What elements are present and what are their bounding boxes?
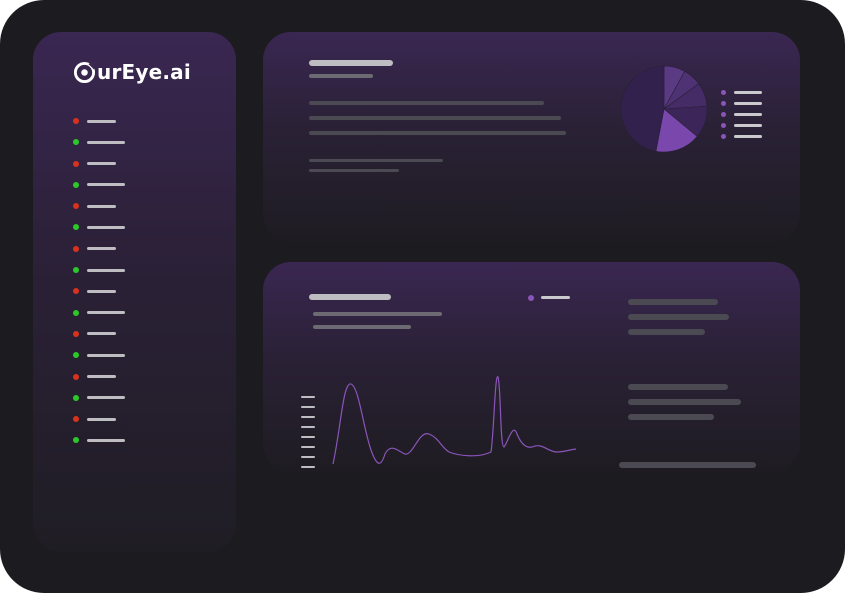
brand-logo[interactable]: urEye.ai	[73, 60, 191, 84]
legend-dot	[721, 112, 726, 117]
stat-line	[619, 462, 756, 468]
status-dot-green	[73, 181, 79, 188]
sidebar: urEye.ai	[33, 32, 236, 552]
line-chart	[332, 376, 577, 465]
status-dot-red	[73, 160, 79, 167]
trend-title-placeholder	[309, 294, 391, 300]
sidebar-item-label-placeholder	[87, 311, 125, 315]
legend-label-placeholder	[734, 102, 762, 105]
trend-card	[263, 262, 800, 472]
brand-name: urEye.ai	[97, 60, 191, 84]
legend-label-placeholder	[734, 113, 762, 116]
sidebar-item-label-placeholder	[87, 289, 116, 293]
legend-dot	[721, 101, 726, 106]
text-line	[313, 325, 411, 329]
status-dot-red	[73, 203, 79, 210]
legend-label-placeholder	[734, 91, 762, 94]
text-line	[309, 116, 561, 120]
sidebar-item-label-placeholder	[87, 225, 125, 229]
sidebar-item-label-placeholder	[87, 204, 116, 208]
legend-label-placeholder	[734, 135, 762, 138]
text-line	[309, 101, 544, 105]
overview-card	[263, 32, 800, 242]
sidebar-item-label-placeholder	[87, 162, 116, 166]
series-line	[332, 376, 577, 465]
stat-line	[628, 399, 741, 405]
sidebar-item-label-placeholder	[87, 119, 116, 123]
legend-dot	[721, 134, 726, 139]
device-frame: urEye.ai	[0, 0, 845, 593]
stat-line	[628, 329, 705, 335]
stat-line	[628, 314, 729, 320]
status-dot-red	[73, 118, 79, 124]
status-dot-red	[73, 288, 79, 295]
legend-dot	[721, 123, 726, 128]
legend-label-placeholder	[734, 124, 762, 127]
sidebar-item-label-placeholder	[87, 268, 125, 272]
sidebar-item-label-placeholder	[87, 353, 125, 357]
sidebar-item-label-placeholder	[87, 417, 116, 421]
sidebar-item-label-placeholder	[87, 375, 116, 379]
sidebar-item-label-placeholder	[87, 183, 125, 187]
status-dot-red	[73, 245, 79, 252]
sidebar-item-label-placeholder	[87, 396, 125, 400]
pie-chart	[620, 65, 708, 153]
overview-title-placeholder	[309, 60, 393, 66]
text-line	[309, 131, 566, 135]
status-dot-red	[73, 416, 79, 423]
status-dot-green	[73, 352, 79, 359]
status-dot-green	[73, 267, 79, 274]
eye-logo-icon	[73, 61, 96, 83]
stat-line	[628, 299, 718, 305]
overview-subtitle-placeholder	[309, 74, 373, 78]
status-dot-green	[73, 224, 79, 231]
legend-label-placeholder	[541, 296, 570, 299]
status-dot-red	[73, 373, 79, 380]
sidebar-item-label-placeholder	[87, 438, 125, 442]
sidebar-item-label-placeholder	[87, 140, 125, 144]
status-dot-green	[73, 394, 79, 401]
status-dot-green	[73, 437, 79, 444]
legend-dot	[721, 90, 726, 95]
sidebar-item-label-placeholder	[87, 332, 116, 336]
pie-slice	[620, 65, 665, 152]
stat-line	[628, 384, 728, 390]
text-line	[313, 312, 442, 316]
status-dot-red	[73, 330, 79, 337]
sidebar-item-label-placeholder	[87, 247, 116, 251]
status-dot-green	[73, 139, 79, 146]
status-dot-green	[73, 309, 79, 316]
text-line	[309, 169, 399, 172]
legend-dot	[528, 295, 534, 301]
stat-line	[628, 414, 714, 420]
text-line	[309, 159, 443, 162]
